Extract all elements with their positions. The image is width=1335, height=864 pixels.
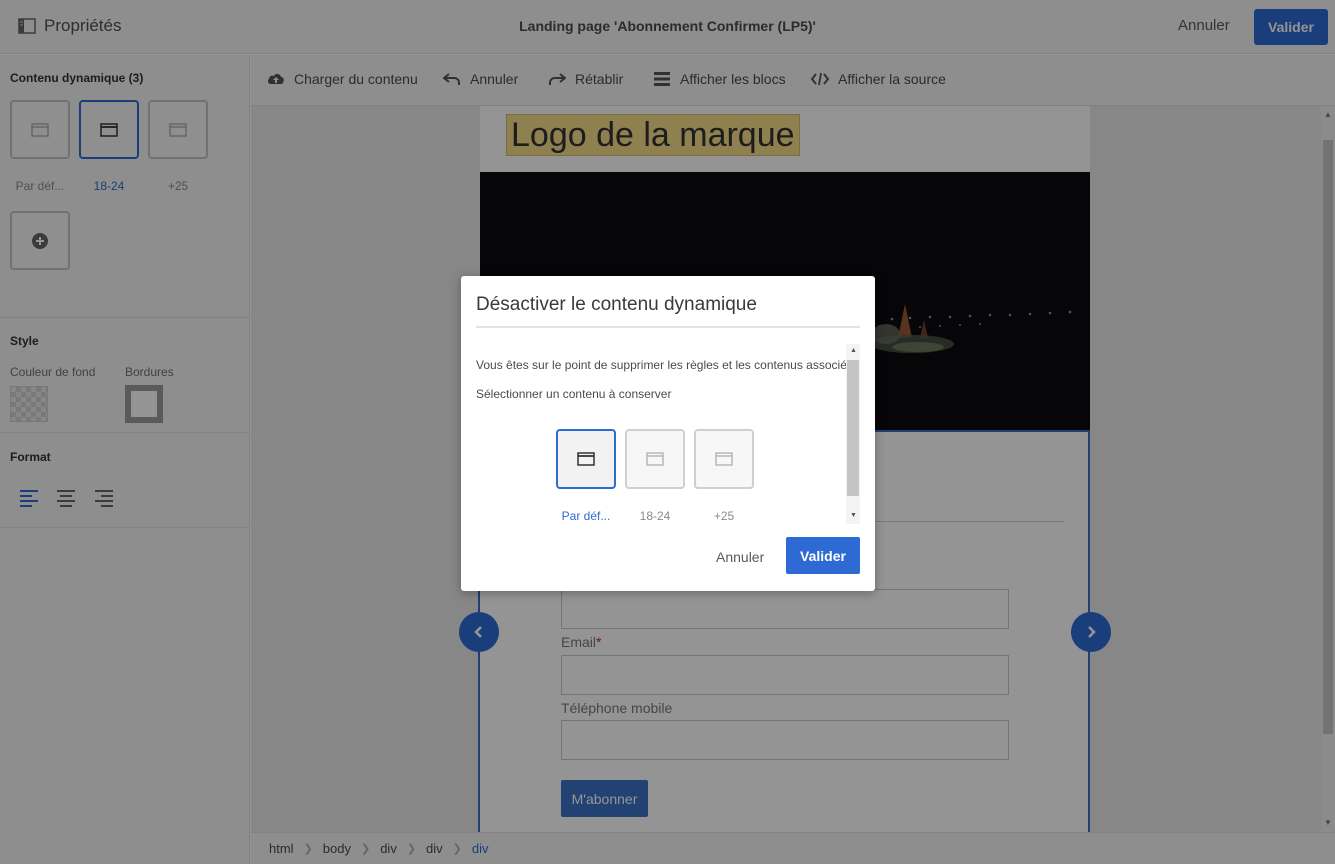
dialog-select-text: Sélectionner un contenu à conserver xyxy=(476,387,672,401)
dialog-warning-text: Vous êtes sur le point de supprimer les … xyxy=(476,358,857,372)
dialog-validate-button[interactable]: Valider xyxy=(786,537,860,574)
dialog-scrollbar[interactable]: ▲ ▼ xyxy=(846,344,860,524)
dialog-body: Vous êtes sur le point de supprimer les … xyxy=(476,344,861,524)
scrollbar-thumb[interactable] xyxy=(847,360,859,496)
scroll-down-icon[interactable]: ▼ xyxy=(850,512,857,519)
disable-dynamic-content-dialog: Désactiver le contenu dynamique Vous ête… xyxy=(461,276,875,591)
dialog-cancel-button[interactable]: Annuler xyxy=(716,549,764,565)
keep-variant-18-24[interactable] xyxy=(625,429,685,489)
dialog-title-divider xyxy=(476,326,860,328)
scroll-up-icon[interactable]: ▲ xyxy=(850,347,857,354)
keep-variant-25[interactable] xyxy=(694,429,754,489)
content-block-icon xyxy=(577,452,595,466)
keep-variant-25-label: +25 xyxy=(713,509,735,523)
content-block-icon xyxy=(646,452,664,466)
dialog-title: Désactiver le contenu dynamique xyxy=(476,294,757,315)
keep-variant-18-24-label: 18-24 xyxy=(639,509,671,523)
keep-variant-default[interactable] xyxy=(556,429,616,489)
content-block-icon xyxy=(715,452,733,466)
keep-variant-default-label: Par déf... xyxy=(561,509,611,523)
